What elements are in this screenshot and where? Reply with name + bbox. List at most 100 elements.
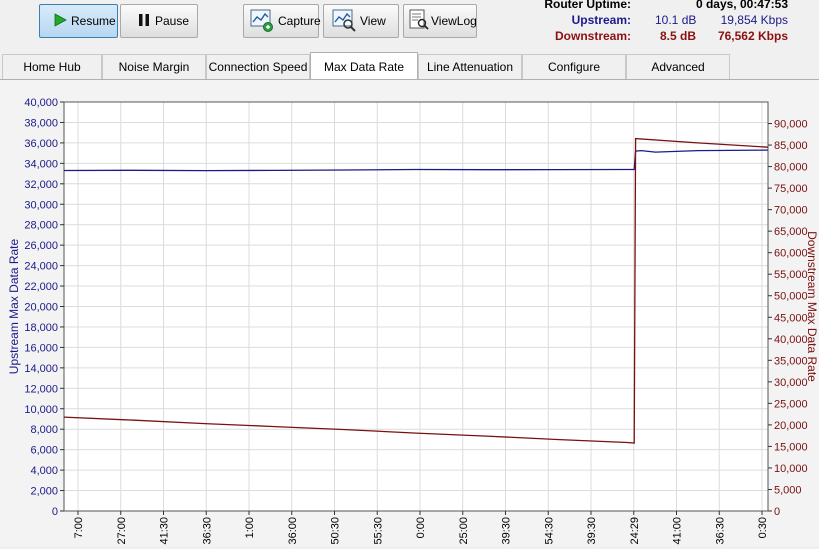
upstream-db: 10.1 dB [655,13,697,27]
y-tick-label: 32,000 [24,179,58,191]
resume-button[interactable]: Resume [39,4,118,38]
y-tick-label: 4,000 [30,465,58,477]
uptime-label: Router Uptime: [544,0,631,11]
play-icon [53,12,67,30]
x-tick-label: 36:30 [201,517,213,545]
pause-button[interactable]: Pause [120,4,198,38]
tab-label: Line Attenuation [426,60,514,74]
viewlog-label: ViewLog [431,14,477,28]
view-label: View [360,14,386,28]
y-tick-label: 12,000 [24,383,58,395]
capture-icon [250,8,274,35]
x-tick-label: 0:00 [415,517,427,538]
tab-advanced[interactable]: Advanced [626,54,730,79]
x-tick-label: 55:30 [372,517,384,545]
view-button[interactable]: View [323,4,399,38]
y-tick-label: 24,000 [24,261,58,273]
y2-tick-label: 50,000 [774,291,808,303]
y-tick-label: 22,000 [24,281,58,293]
y-tick-label: 34,000 [24,158,58,170]
viewlog-button[interactable]: ViewLog [403,4,477,38]
x-tick-label: 39:30 [501,517,513,545]
y-tick-label: 0 [52,506,58,518]
tab-label: Configure [547,60,601,74]
tab-label: Advanced [651,60,705,74]
right-axis: 0 5,000 10,000 15,000 20,000 25,000 30,000 35,0… [768,119,808,518]
y2-tick-label: 55,000 [774,269,808,281]
tab-noise-margin[interactable]: Noise Margin [102,54,206,79]
toolbar: Resume Pause Capture View ViewLog Router… [0,0,819,46]
y2-tick-label: 45,000 [774,312,808,324]
tab-line-attenuation[interactable]: Line Attenuation [418,54,522,79]
y2-tick-label: 15,000 [774,441,808,453]
upstream-kbps: 19,854 Kbps [720,13,788,27]
upstream-label: Upstream: [571,13,631,27]
y2-tick-label: 40,000 [774,334,808,346]
y-tick-label: 10,000 [24,404,58,416]
x-tick-label: 36:30 [714,517,726,545]
y-tick-label: 8,000 [30,424,58,436]
y-tick-label: 2,000 [30,486,58,498]
y-tick-label: 18,000 [24,322,58,334]
capture-label: Capture [278,14,321,28]
y2-tick-label: 80,000 [774,162,808,174]
y-tick-label: 20,000 [24,302,58,314]
tab-label: Noise Margin [118,60,190,74]
x-tick-label: 24:29 [629,517,641,545]
chart-panel: 0 2,000 4,000 6,000 8,000 10,000 12,000 14,000 1… [0,80,819,546]
y-tick-label: 30,000 [24,199,58,211]
uptime-value: 0 days, 00:47:53 [695,0,788,11]
y-tick-label: 14,000 [24,363,58,375]
x-tick-label: 0:30 [757,517,769,538]
y-tick-label: 28,000 [24,220,58,232]
x-tick-label: 50:30 [330,517,342,545]
x-tick-label: 27:00 [116,517,128,545]
tab-home-hub[interactable]: Home Hub [2,54,102,79]
view-icon [332,8,356,35]
x-tick-label: 54:30 [543,517,555,545]
pause-icon [137,13,151,30]
y2-axis-label: Downstream Max Data Rate [805,231,819,382]
capture-button[interactable]: Capture [243,4,321,38]
grid [64,101,768,512]
y2-tick-label: 65,000 [774,226,808,238]
y-tick-label: 36,000 [24,138,58,150]
x-tick-label: 41:30 [159,517,171,545]
tab-label: Connection Speed [208,60,308,74]
y2-tick-label: 0 [774,506,780,518]
x-tick-label: 39:30 [586,517,598,545]
left-axis: 0 2,000 4,000 6,000 8,000 10,000 12,000 14,000 1… [24,97,64,518]
y2-tick-label: 10,000 [774,463,808,475]
y2-tick-label: 20,000 [774,420,808,432]
y-axis-label: Upstream Max Data Rate [7,238,21,374]
downstream-db: 8.5 dB [660,29,697,43]
y2-tick-label: 60,000 [774,248,808,260]
y2-tick-label: 25,000 [774,398,808,410]
tab-label: Home Hub [23,60,81,74]
x-tick-label: 7:00 [73,517,85,538]
y-tick-label: 6,000 [30,445,58,457]
y-tick-label: 26,000 [24,240,58,252]
y2-tick-label: 85,000 [774,140,808,152]
y2-tick-label: 70,000 [774,205,808,217]
y2-tick-label: 90,000 [774,119,808,131]
x-tick-label: 25:00 [458,517,470,545]
tab-label: Max Data Rate [323,59,405,74]
downstream-kbps: 76,562 Kbps [717,29,788,43]
tab-connection-speed[interactable]: Connection Speed [206,54,310,79]
pause-label: Pause [155,14,190,28]
tab-max-data-rate[interactable]: Max Data Rate [310,52,418,80]
x-tick-label: 1:00 [244,517,256,538]
x-tick-label: 41:00 [672,517,684,545]
tab-bar: Home Hub Noise Margin Connection Speed M… [0,52,819,80]
y2-tick-label: 75,000 [774,183,808,195]
y2-tick-label: 35,000 [774,355,808,367]
y-tick-label: 38,000 [24,117,58,129]
max-data-rate-chart: 0 2,000 4,000 6,000 8,000 10,000 12,000 14,000 1… [7,97,819,545]
y2-tick-label: 30,000 [774,377,808,389]
y-tick-label: 40,000 [24,97,58,109]
tab-configure[interactable]: Configure [522,54,626,79]
x-tick-label: 36:00 [287,517,299,545]
x-axis: 7:00 27:00 41:30 36:30 1:00 36:00 50:30 55:30 0:… [73,511,769,545]
resume-label: Resume [71,14,116,28]
